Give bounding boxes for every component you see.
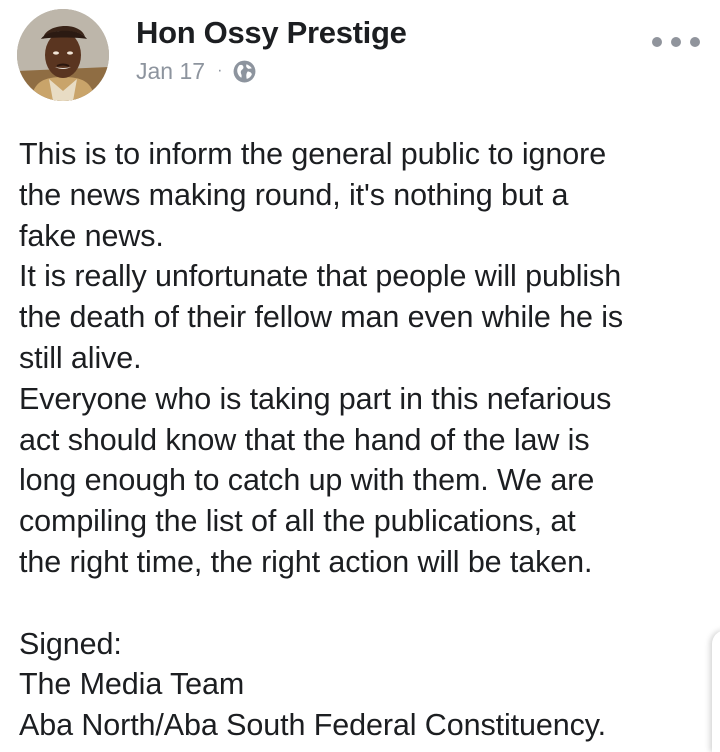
facebook-post: Hon Ossy Prestige Jan 17 · This is to in… [0, 0, 720, 752]
post-line: It is really unfortunate that people wil… [19, 259, 622, 294]
avatar-photo-icon [17, 9, 109, 101]
post-meta: Jan 17 · [136, 57, 257, 85]
signature-team: The Media Team [19, 667, 245, 702]
post-line: fake news. [19, 218, 164, 253]
author-avatar[interactable] [17, 9, 109, 101]
author-name[interactable]: Hon Ossy Prestige [136, 15, 407, 51]
post-date[interactable]: Jan 17 [136, 58, 205, 85]
meta-separator: · [217, 62, 223, 79]
post-line: compiling the list of all the publicatio… [19, 504, 576, 539]
post-line: the right time, the right action will be… [19, 544, 593, 579]
more-options-icon-dot [671, 37, 681, 47]
post-line: act should know that the hand of the law… [19, 422, 590, 457]
post-line: This is to inform the general public to … [19, 137, 607, 171]
signed-label: Signed: [19, 626, 122, 661]
scroll-edge-shadow [712, 630, 720, 752]
post-line: still alive. [19, 340, 142, 375]
post-line: the death of their fellow man even while… [19, 300, 624, 335]
signature-constituency: Aba North/Aba South Federal Constituency… [19, 708, 607, 743]
globe-icon[interactable] [232, 59, 257, 84]
more-options-button[interactable] [652, 28, 700, 56]
post-line: long enough to catch up with them. We ar… [19, 463, 595, 498]
more-options-icon-dot [690, 37, 700, 47]
post-line: Everyone who is taking part in this nefa… [19, 381, 612, 416]
post-line: the news making round, it's nothing but … [19, 177, 569, 212]
post-body: This is to inform the general public to … [19, 134, 714, 746]
more-options-icon [652, 37, 662, 47]
